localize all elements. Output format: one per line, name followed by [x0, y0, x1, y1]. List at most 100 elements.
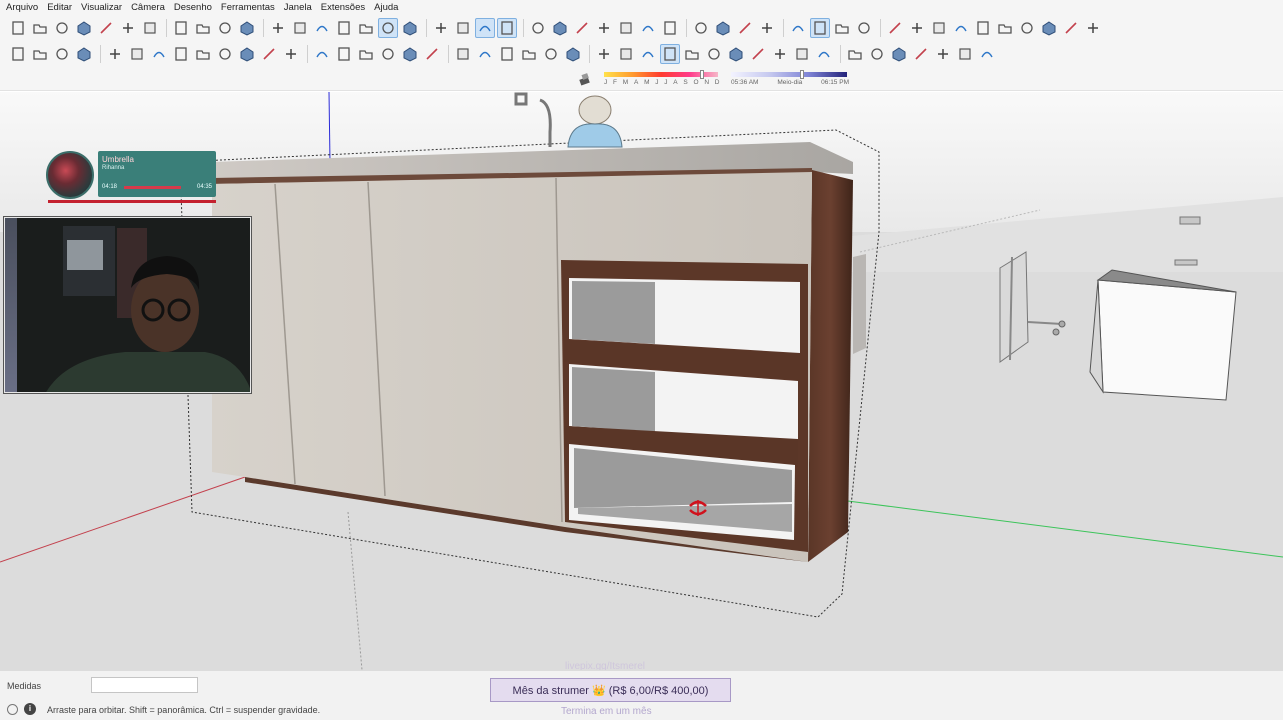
- dimension-icon[interactable]: [475, 44, 495, 64]
- top-view-icon[interactable]: [453, 18, 473, 38]
- follow-me-icon[interactable]: [378, 44, 398, 64]
- export-icon[interactable]: [1017, 18, 1037, 38]
- model-info-icon[interactable]: [237, 18, 257, 38]
- month-slider-thumb[interactable]: [699, 70, 704, 79]
- section-fill-icon[interactable]: [594, 18, 614, 38]
- axes-tool-icon[interactable]: [541, 44, 561, 64]
- backedges-style-icon[interactable]: [290, 18, 310, 38]
- menu-extensoes[interactable]: Extensões: [321, 2, 365, 13]
- position-camera-icon[interactable]: [616, 44, 636, 64]
- solid-box-icon[interactable]: [889, 44, 909, 64]
- paste-icon[interactable]: [118, 18, 138, 38]
- menu-arquivo[interactable]: Arquivo: [6, 2, 38, 13]
- select-tool-icon[interactable]: [8, 44, 28, 64]
- new-file-icon[interactable]: [8, 18, 28, 38]
- back-view-icon[interactable]: [528, 18, 548, 38]
- polygon-tool-icon[interactable]: [215, 44, 235, 64]
- component-options-icon[interactable]: [832, 18, 852, 38]
- open-folder-icon[interactable]: [30, 18, 50, 38]
- help-icon[interactable]: i: [24, 703, 36, 715]
- menu-editar[interactable]: Editar: [47, 2, 72, 13]
- menu-camera[interactable]: Câmera: [131, 2, 165, 13]
- iso-view-icon[interactable]: [431, 18, 451, 38]
- orbit-icon[interactable]: [660, 44, 680, 64]
- components-icon[interactable]: [788, 18, 808, 38]
- print-icon[interactable]: [215, 18, 235, 38]
- shaded-textures-style-icon[interactable]: [378, 18, 398, 38]
- scale-tool-icon[interactable]: [400, 44, 420, 64]
- tape-measure-icon[interactable]: [453, 44, 473, 64]
- geo-location-icon[interactable]: [951, 18, 971, 38]
- freehand-tool-icon[interactable]: [127, 44, 147, 64]
- warehouse-icon[interactable]: [854, 18, 874, 38]
- zoom-window-icon[interactable]: [726, 44, 746, 64]
- undo-icon[interactable]: [171, 18, 191, 38]
- menu-desenho[interactable]: Desenho: [174, 2, 212, 13]
- month-slider[interactable]: [604, 70, 718, 79]
- shaded-style-icon[interactable]: [356, 18, 376, 38]
- mirror-icon[interactable]: [911, 44, 931, 64]
- save-icon[interactable]: [52, 18, 72, 38]
- walkthrough-icon[interactable]: [814, 44, 834, 64]
- outer-shell-icon[interactable]: [691, 18, 711, 38]
- paint-bucket-icon[interactable]: [30, 44, 50, 64]
- walk-icon[interactable]: [594, 44, 614, 64]
- xray-style-icon[interactable]: [268, 18, 288, 38]
- section-tool-icon[interactable]: [792, 44, 812, 64]
- menu-janela[interactable]: Janela: [284, 2, 312, 13]
- 3d-text-icon[interactable]: [563, 44, 583, 64]
- previous-view-icon[interactable]: [770, 44, 790, 64]
- grid-icon[interactable]: [977, 44, 997, 64]
- menu-visualizar[interactable]: Visualizar: [81, 2, 122, 13]
- section-planes-icon[interactable]: [660, 18, 680, 38]
- curviloft-icon[interactable]: [933, 44, 953, 64]
- cut-icon[interactable]: [74, 18, 94, 38]
- offset-tool-icon[interactable]: [422, 44, 442, 64]
- rotated-rectangle-icon[interactable]: [171, 44, 191, 64]
- hidden-line-style-icon[interactable]: [334, 18, 354, 38]
- delete-icon[interactable]: [140, 18, 160, 38]
- circle-tool-icon[interactable]: [193, 44, 213, 64]
- line-tool-icon[interactable]: [105, 44, 125, 64]
- measurements-input[interactable]: [91, 677, 198, 693]
- section-display-icon[interactable]: [638, 18, 658, 38]
- info-icon[interactable]: [1039, 18, 1059, 38]
- extension-manager-icon[interactable]: [995, 18, 1015, 38]
- arc-tool-icon[interactable]: [237, 44, 257, 64]
- pie-tool-icon[interactable]: [281, 44, 301, 64]
- menu-ferramentas[interactable]: Ferramentas: [221, 2, 275, 13]
- cloud-icon[interactable]: [973, 18, 993, 38]
- intersect-icon[interactable]: [713, 18, 733, 38]
- left-view-icon[interactable]: [550, 18, 570, 38]
- dynamic-components-icon[interactable]: [810, 18, 830, 38]
- section-cut-icon[interactable]: [616, 18, 636, 38]
- copy-icon[interactable]: [96, 18, 116, 38]
- make-component-icon[interactable]: [52, 44, 72, 64]
- rotate-tool-icon[interactable]: [356, 44, 376, 64]
- time-slider[interactable]: [731, 70, 847, 79]
- account-icon[interactable]: [1083, 18, 1103, 38]
- text-tool-icon[interactable]: [519, 44, 539, 64]
- menu-ajuda[interactable]: Ajuda: [374, 2, 398, 13]
- two-point-arc-icon[interactable]: [259, 44, 279, 64]
- model-viewport[interactable]: Umbrella Rihanna 04:18 04:35 livepix.gg/…: [0, 92, 1283, 670]
- section-plane-icon[interactable]: [572, 18, 592, 38]
- union-icon[interactable]: [735, 18, 755, 38]
- front-view-icon[interactable]: [475, 18, 495, 38]
- right-view-icon[interactable]: [497, 18, 517, 38]
- terrain-icon[interactable]: [929, 18, 949, 38]
- sandbox-icon[interactable]: [907, 18, 927, 38]
- rectangle-tool-icon[interactable]: [149, 44, 169, 64]
- layout-icon[interactable]: [955, 44, 975, 64]
- solid-tools-icon[interactable]: [845, 44, 865, 64]
- pan-icon[interactable]: [682, 44, 702, 64]
- eraser-icon[interactable]: [74, 44, 94, 64]
- move-tool-icon[interactable]: [312, 44, 332, 64]
- add-location-icon[interactable]: [885, 18, 905, 38]
- geo-location-status-icon[interactable]: [7, 704, 18, 715]
- box-icon[interactable]: [867, 44, 887, 64]
- wireframe-style-icon[interactable]: [312, 18, 332, 38]
- protractor-icon[interactable]: [497, 44, 517, 64]
- subtract-icon[interactable]: [757, 18, 777, 38]
- redo-icon[interactable]: [193, 18, 213, 38]
